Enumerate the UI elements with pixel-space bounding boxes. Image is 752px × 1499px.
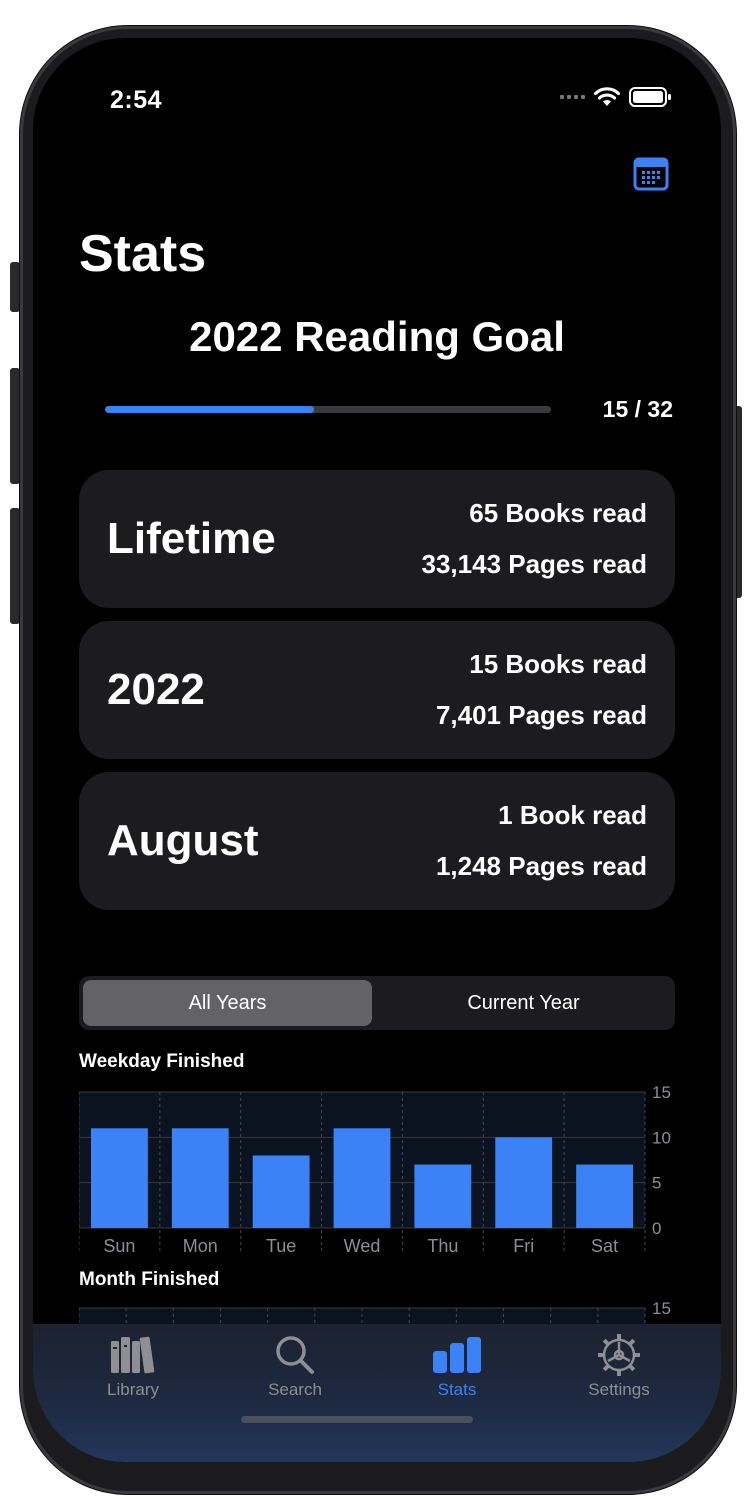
x-tick-label: Thu bbox=[427, 1236, 458, 1256]
tab-label: Library bbox=[107, 1380, 159, 1399]
x-tick-label: Fri bbox=[513, 1236, 534, 1256]
stats-card-month: August 1 Book read 1,248 Pages read bbox=[79, 772, 675, 910]
bar-mon bbox=[171, 1128, 229, 1228]
status-time: 2:54 bbox=[110, 86, 163, 114]
books-read: 15 Books read bbox=[469, 649, 647, 679]
month-chart-title: Month Finished bbox=[79, 1269, 220, 1290]
volume-down-button bbox=[10, 508, 20, 624]
pages-read: 7,401 Pages read bbox=[435, 700, 647, 730]
x-tick-label: Sat bbox=[591, 1236, 618, 1256]
bar-sat bbox=[576, 1164, 633, 1228]
bar-tue bbox=[252, 1155, 310, 1228]
y-tick-label: 15 bbox=[652, 1083, 671, 1102]
home-indicator bbox=[241, 1416, 473, 1423]
battery-icon bbox=[629, 87, 671, 107]
phone-screen: 2:54 Stats 2022 Reading Goal 15 / 32 Lif… bbox=[33, 38, 721, 1462]
segment-all-years[interactable]: All Years bbox=[83, 980, 372, 1026]
silent-switch bbox=[10, 262, 20, 312]
calendar-icon[interactable] bbox=[633, 157, 669, 191]
tab-label: Settings bbox=[588, 1380, 650, 1399]
page-title: Stats bbox=[79, 225, 207, 283]
tab-library[interactable]: Library bbox=[68, 1332, 198, 1400]
bar-thu bbox=[414, 1164, 472, 1228]
gear-icon bbox=[598, 1334, 640, 1376]
segment-current-year[interactable]: Current Year bbox=[376, 980, 671, 1026]
y-tick-label: 5 bbox=[652, 1174, 661, 1193]
x-tick-label: Wed bbox=[344, 1236, 381, 1256]
tab-label: Stats bbox=[437, 1380, 477, 1399]
tab-label: Search bbox=[268, 1380, 322, 1399]
books-read: 1 Book read bbox=[498, 800, 647, 830]
y-tick-label: 15 bbox=[652, 1300, 671, 1318]
x-tick-label: Mon bbox=[183, 1236, 218, 1256]
bar-fri bbox=[495, 1137, 553, 1228]
stats-card-lifetime: Lifetime 65 Books read 33,143 Pages read bbox=[79, 470, 675, 608]
tab-search[interactable]: Search bbox=[230, 1332, 360, 1400]
cellular-signal-icon bbox=[560, 95, 585, 99]
x-tick-label: Sun bbox=[103, 1236, 135, 1256]
pages-read: 1,248 Pages read bbox=[435, 851, 647, 881]
tab-settings[interactable]: Settings bbox=[554, 1332, 684, 1400]
card-label: 2022 bbox=[107, 665, 205, 714]
reading-goal-title: 2022 Reading Goal bbox=[189, 313, 565, 360]
tab-stats[interactable]: Stats bbox=[392, 1332, 522, 1400]
bar-chart-icon bbox=[433, 1337, 481, 1373]
reading-goal-progress-bar bbox=[105, 406, 551, 413]
books-read: 65 Books read bbox=[469, 498, 647, 528]
reading-goal-count: 15 / 32 bbox=[602, 396, 673, 422]
reading-goal-progress-fill bbox=[105, 406, 315, 413]
pages-read: 33,143 Pages read bbox=[421, 549, 648, 579]
books-icon bbox=[111, 1336, 155, 1374]
bar-sun bbox=[91, 1128, 148, 1228]
stats-card-year: 2022 15 Books read 7,401 Pages read bbox=[79, 621, 675, 759]
wifi-icon bbox=[593, 87, 621, 106]
y-tick-label: 10 bbox=[652, 1128, 671, 1147]
y-tick-label: 0 bbox=[652, 1219, 661, 1238]
weekday-chart-title: Weekday Finished bbox=[79, 1051, 245, 1072]
card-label: August bbox=[107, 816, 259, 865]
volume-up-button bbox=[10, 368, 20, 484]
year-scope-segmented-control: All Years Current Year bbox=[79, 976, 675, 1030]
bar-wed bbox=[333, 1128, 391, 1228]
magnifier-icon bbox=[276, 1336, 314, 1374]
x-tick-label: Tue bbox=[266, 1236, 296, 1256]
weekday-finished-chart: 0 5 10 15 Sun Mon Tue Wed Thu Fri Sat bbox=[79, 1083, 671, 1256]
tab-bar: Library Search Stats Settings bbox=[33, 1324, 721, 1462]
status-icons bbox=[560, 86, 671, 108]
card-label: Lifetime bbox=[107, 514, 276, 563]
